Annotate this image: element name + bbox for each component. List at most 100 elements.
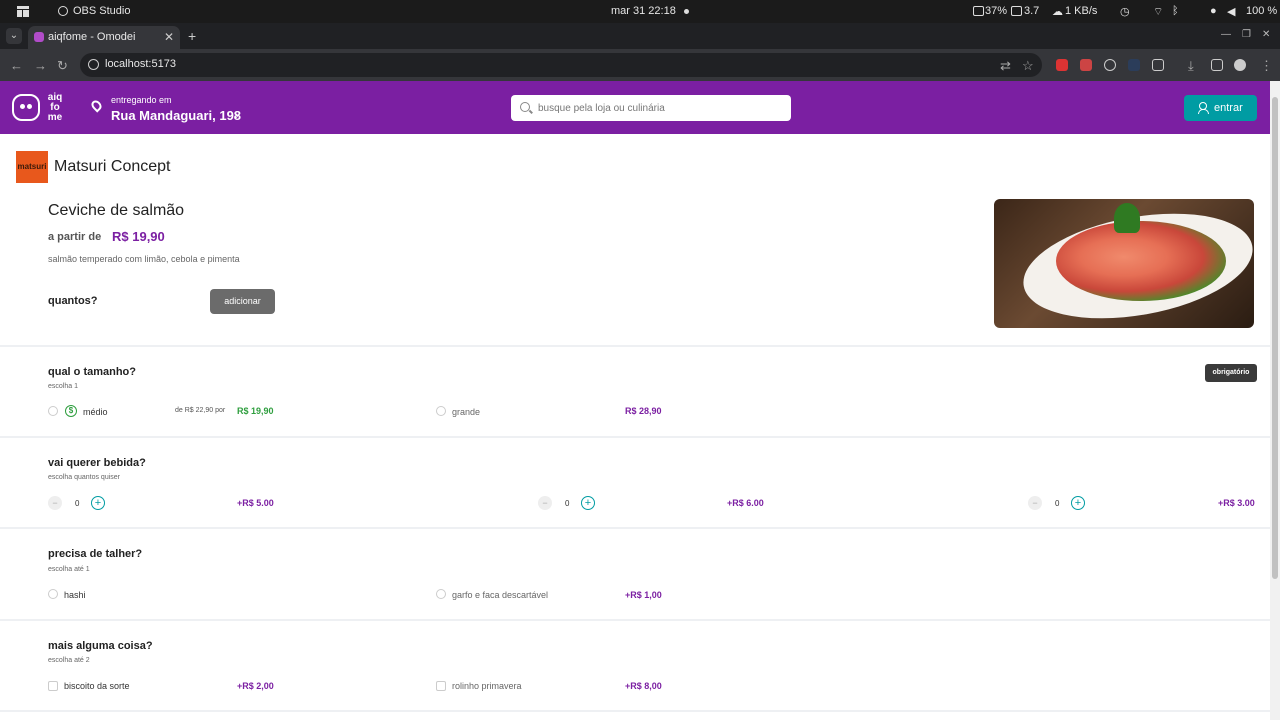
drink-3-minus-icon[interactable]: − [1028,496,1042,510]
fortune-cookie-price: +R$ 2,00 [237,681,274,691]
obs-icon [58,6,68,16]
close-tab-icon[interactable]: ✕ [164,30,174,44]
bluetooth-icon[interactable]: ᛒ [1172,5,1179,17]
spring-roll-price: +R$ 8,00 [625,681,662,691]
drink-3-qty: 0 [1055,499,1060,508]
drink-1-minus-icon[interactable]: − [48,496,62,510]
back-icon[interactable]: ← [10,58,23,73]
location-pin-icon [89,98,104,113]
browser-tab-strip: ⌄ aiqfome - Omodei ✕ + — ❐ ✕ [0,23,1280,49]
size-large-radio[interactable] [436,406,446,416]
page-scrollbar[interactable] [1270,81,1280,720]
clock-icon[interactable]: ◷ [1120,5,1130,18]
aiqfome-logo-icon[interactable] [12,94,40,121]
spring-roll-label[interactable]: rolinho primavera [452,681,522,691]
forward-icon[interactable]: → [34,58,47,73]
extension-2-icon[interactable] [1104,59,1116,71]
load-average: 3.7 [1024,5,1040,17]
drink-3-plus-icon[interactable]: + [1071,496,1085,510]
ceviche-shape [1056,221,1226,301]
add-button[interactable]: adicionar [210,289,275,314]
search-box[interactable] [511,95,791,121]
address-bar[interactable]: localhost:5173 [80,53,1042,77]
spring-roll-checkbox[interactable] [436,681,446,691]
battery-level[interactable]: 100 % [1246,5,1277,17]
product-description: salmão temperado com limão, cebola e pim… [48,254,240,264]
extension-icon[interactable] [1080,59,1092,71]
herb-shape [1114,203,1140,233]
maximize-icon[interactable]: ❐ [1242,29,1251,40]
size-large-label[interactable]: grande [452,407,480,417]
cutlery-price: +R$ 1,00 [625,590,662,600]
downloads-icon[interactable]: ⤓ [1188,58,1194,74]
extras-section-title: mais alguma coisa? [48,640,153,652]
notification-dot-icon [684,9,689,14]
logo-text[interactable]: aiq fo me [45,93,65,123]
adblock-extension-icon[interactable] [1056,59,1068,71]
drink-1-plus-icon[interactable]: + [91,496,105,510]
site-info-icon[interactable] [88,59,99,70]
cutlery-section-subtitle: escolha até 1 [48,566,90,573]
drinks-section-title: vai querer bebida? [48,457,146,469]
tab-search-icon[interactable]: ⌄ [6,28,22,44]
wifi-icon[interactable]: ⌔ [1153,5,1163,19]
new-tab-icon[interactable]: + [188,28,196,44]
os-app-name[interactable]: OBS Studio [73,5,130,17]
browser-menu-icon[interactable]: ⋮ [1260,58,1273,74]
cutlery-radio[interactable] [436,589,446,599]
url-text[interactable]: localhost:5173 [105,58,176,70]
section-divider [0,436,1270,438]
store-logo: matsuri [16,151,48,183]
search-input[interactable] [538,99,783,117]
cutlery-label[interactable]: garfo e faca descartável [452,590,548,600]
login-label: entrar [1214,102,1243,114]
dollar-icon: $ [65,405,77,417]
drink-1-price: +R$ 5.00 [237,498,274,508]
chevron-right-icon[interactable]: › [235,110,239,122]
size-large-price: R$ 28,90 [625,406,662,416]
profile-icon[interactable] [1234,59,1246,71]
reload-icon[interactable]: ↻ [57,58,68,74]
side-panel-icon[interactable] [1211,59,1223,71]
size-medium-price: R$ 19,90 [237,406,274,416]
size-medium-radio[interactable] [48,406,58,416]
bookmark-star-icon[interactable]: ☆ [1022,58,1034,74]
fortune-cookie-checkbox[interactable] [48,681,58,691]
extension-3-icon[interactable] [1128,59,1140,71]
drink-2-minus-icon[interactable]: − [538,496,552,510]
drinks-section-subtitle: escolha quantos quiser [48,474,120,481]
fortune-cookie-label[interactable]: biscoito da sorte [64,681,130,691]
volume-icon[interactable]: ◀ [1227,5,1235,18]
extras-section-subtitle: escolha até 2 [48,657,90,664]
size-medium-label[interactable]: médio [83,407,108,417]
os-clock[interactable]: mar 31 22:18 [611,5,676,17]
browser-toolbar: ← → ↻ localhost:5173 ⇄ ☆ ⤓ ⋮ [0,49,1280,81]
size-section-subtitle: escolha 1 [48,383,78,390]
cpu-usage: 37% [985,5,1008,17]
hashi-label[interactable]: hashi [64,590,86,600]
section-divider [0,527,1270,529]
microphone-icon[interactable]: ● [1210,5,1217,17]
activities-icon[interactable] [17,6,29,17]
drink-3-price: +R$ 3.00 [1218,498,1255,508]
browser-tab[interactable]: aiqfome - Omodei ✕ [28,26,180,49]
drink-1-qty: 0 [75,499,80,508]
app-header: aiq fo me entregando em Rua Mandaguari, … [0,81,1270,134]
delivery-address[interactable]: Rua Mandaguari, 198 [111,108,241,123]
drink-2-qty: 0 [565,499,570,508]
hashi-radio[interactable] [48,589,58,599]
product-price: R$ 19,90 [112,229,165,244]
drink-2-plus-icon[interactable]: + [581,496,595,510]
drink-2-price: +R$ 6.00 [727,498,764,508]
cutlery-section-title: precisa de talher? [48,548,143,560]
os-top-bar: OBS Studio mar 31 22:18 37% 3.7 ☁ 1 KB/s… [0,0,1280,23]
net-speed: 1 KB/s [1065,5,1098,17]
translate-icon[interactable]: ⇄ [1000,58,1011,74]
extensions-puzzle-icon[interactable] [1152,59,1164,71]
delivering-label: entregando em [111,95,172,105]
scrollbar-thumb[interactable] [1272,97,1278,579]
price-prefix: a partir de [48,231,102,243]
minimize-icon[interactable]: — [1221,29,1231,40]
close-window-icon[interactable]: ✕ [1262,29,1270,40]
login-button[interactable]: entrar [1184,95,1257,121]
